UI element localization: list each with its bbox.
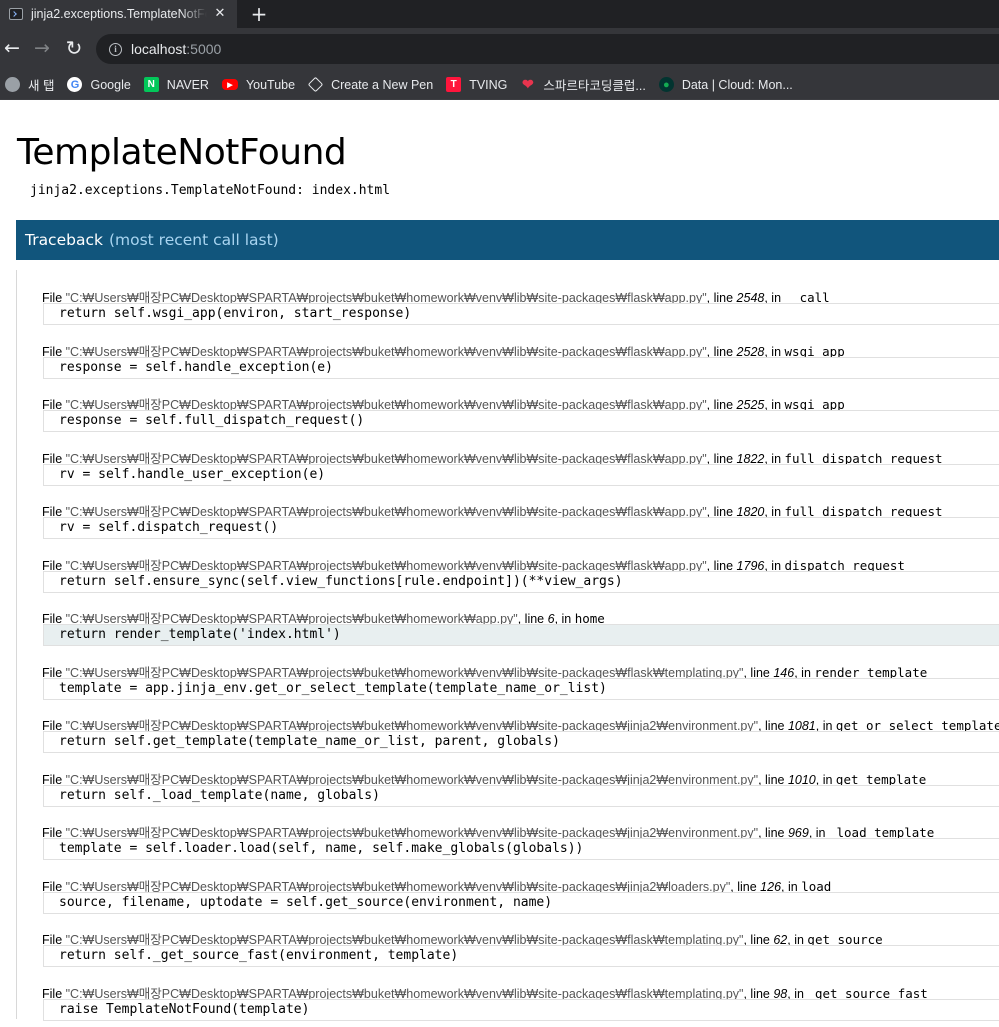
traceback-frame[interactable]: File "C:₩Users₩매장PC₩Desktop₩SPARTA₩proje… (17, 377, 999, 432)
traceback-frame[interactable]: File "C:₩Users₩매장PC₩Desktop₩SPARTA₩proje… (17, 431, 999, 486)
tving-icon: T (446, 77, 462, 92)
frame-code[interactable]: template = self.loader.load(self, name, … (43, 838, 999, 860)
close-tab-icon[interactable]: ✕ (213, 7, 227, 21)
bookmark-label: 스파르타코딩클럽... (543, 79, 646, 93)
new-tab-button[interactable]: + (250, 2, 268, 26)
frame-code[interactable]: return self.ensure_sync(self.view_functi… (43, 570, 999, 593)
traceback-frame[interactable]: File "C:₩Users₩매장PC₩Desktop₩SPARTA₩proje… (17, 698, 999, 753)
bookmark-label: Google (90, 77, 131, 92)
frame-code-current[interactable]: return render_template('index.html') (43, 624, 999, 646)
tab-title: jinja2.exceptions.TemplateNotFound: inde… (31, 7, 207, 21)
traceback-frame[interactable]: File "C:₩Users₩매장PC₩Desktop₩SPARTA₩proje… (17, 591, 999, 646)
traceback-frame[interactable]: File "C:₩Users₩매장PC₩Desktop₩SPARTA₩proje… (17, 270, 999, 325)
error-message: jinja2.exceptions.TemplateNotFound: inde… (30, 183, 391, 198)
frame-code[interactable]: response = self.handle_exception(e) (43, 356, 999, 379)
bookmark-label: NAVER (166, 77, 209, 92)
frame-code[interactable]: raise TemplateNotFound(template) (43, 998, 999, 1021)
back-arrow-icon[interactable]: ← (1, 37, 23, 59)
traceback-frame[interactable]: File "C:₩Users₩매장PC₩Desktop₩SPARTA₩proje… (17, 966, 999, 1021)
frame-code[interactable]: source, filename, uptodate = self.get_so… (43, 891, 999, 914)
bookmark-new-tab[interactable]: 새 탭 (0, 70, 62, 99)
info-icon[interactable]: i (109, 42, 122, 56)
url-host: localhost (131, 41, 187, 57)
bookmark-mongodb[interactable]: ● Data | Cloud: Mon... (654, 70, 801, 99)
frame-code[interactable]: response = self.full_dispatch_request() (43, 410, 999, 432)
google-icon: G (67, 77, 83, 92)
page-content: TemplateNotFound jinja2.exceptions.Templ… (0, 100, 999, 1021)
frame-code[interactable]: return self.wsgi_app(environ, start_resp… (43, 303, 999, 325)
bookmark-label: YouTube (245, 77, 296, 92)
forward-arrow-icon[interactable]: → (31, 37, 53, 59)
mongodb-icon: ● (658, 77, 674, 92)
url-text[interactable]: localhost:5000 (131, 41, 221, 57)
frame-code[interactable]: rv = self.dispatch_request() (43, 517, 999, 539)
frame-code[interactable]: return self.get_template(template_name_o… (43, 731, 999, 753)
bookmark-sparta[interactable]: ❤ 스파르타코딩클럽... (515, 70, 653, 99)
bookmark-codepen[interactable]: Create a New Pen (303, 70, 441, 99)
frame-code[interactable]: rv = self.handle_user_exception(e) (43, 463, 999, 486)
frame-code[interactable]: return self._get_source_fast(environment… (43, 945, 999, 967)
frame-code[interactable]: return self._load_template(name, globals… (43, 784, 999, 807)
browser-toolbar: ← → ↻ i localhost:5000 (0, 28, 999, 70)
traceback-frame[interactable]: File "C:₩Users₩매장PC₩Desktop₩SPARTA₩proje… (17, 805, 999, 860)
bookmarks-bar: 새 탭 G Google N NAVER ▶ YouTube Create a New… (0, 70, 999, 100)
traceback-frame[interactable]: File "C:₩Users₩매장PC₩Desktop₩SPARTA₩proje… (17, 538, 999, 593)
traceback-frame[interactable]: File "C:₩Users₩매장PC₩Desktop₩SPARTA₩proje… (17, 645, 999, 700)
bookmark-youtube[interactable]: ▶ YouTube (217, 70, 303, 99)
bookmark-tving[interactable]: T TVING (441, 70, 515, 99)
tab-strip: jinja2.exceptions.TemplateNotFound: inde… (0, 0, 999, 28)
traceback-subtitle: (most recent call last) (108, 231, 279, 249)
traceback-frame[interactable]: File "C:₩Users₩매장PC₩Desktop₩SPARTA₩proje… (17, 912, 999, 967)
traceback-frames: File "C:₩Users₩매장PC₩Desktop₩SPARTA₩proje… (16, 270, 999, 1021)
traceback-frame[interactable]: File "C:₩Users₩매장PC₩Desktop₩SPARTA₩proje… (17, 752, 999, 807)
bookmark-label: 새 탭 (28, 79, 55, 93)
page-title: TemplateNotFound (17, 132, 347, 173)
traceback-header[interactable]: Traceback (most recent call last) (16, 220, 999, 260)
traceback-frame[interactable]: File "C:₩Users₩매장PC₩Desktop₩SPARTA₩proje… (17, 859, 999, 914)
traceback-label: Traceback (25, 231, 103, 249)
terminal-icon (9, 8, 23, 20)
traceback-frame[interactable]: File "C:₩Users₩매장PC₩Desktop₩SPARTA₩proje… (17, 484, 999, 539)
bookmark-label: TVING (469, 77, 508, 92)
naver-icon: N (143, 77, 159, 92)
sparta-icon: ❤ (522, 76, 534, 92)
youtube-icon: ▶ (221, 79, 238, 90)
bookmark-google[interactable]: G Google (62, 70, 138, 99)
frame-code[interactable]: template = app.jinja_env.get_or_select_t… (43, 677, 999, 700)
bookmark-label: Data | Cloud: Mon... (681, 77, 793, 92)
address-bar[interactable]: i localhost:5000 (96, 34, 999, 64)
bookmark-naver[interactable]: N NAVER (139, 70, 217, 99)
globe-icon (5, 77, 20, 92)
bookmark-label: Create a New Pen (331, 77, 434, 92)
reload-icon[interactable]: ↻ (63, 37, 85, 59)
browser-tab[interactable]: jinja2.exceptions.TemplateNotFound: inde… (0, 0, 237, 28)
traceback-frame[interactable]: File "C:₩Users₩매장PC₩Desktop₩SPARTA₩proje… (17, 324, 999, 379)
url-port: :5000 (186, 41, 222, 57)
codepen-icon (307, 76, 324, 93)
